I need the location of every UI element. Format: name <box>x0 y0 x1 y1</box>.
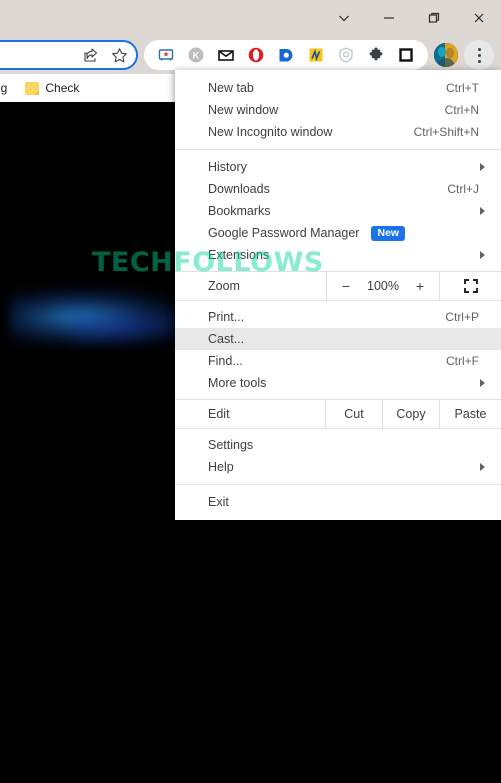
share-icon[interactable] <box>82 46 100 64</box>
window-controls <box>321 0 501 36</box>
edit-label: Edit <box>208 407 230 421</box>
menu-item-accelerator: Ctrl+T <box>446 81 479 95</box>
menu-item-help[interactable]: Help <box>175 456 501 478</box>
bookmark-partial-label[interactable]: ng <box>0 81 17 95</box>
extensions-pill: K <box>144 40 428 70</box>
fullscreen-icon <box>463 279 478 293</box>
menu-item-label: New tab <box>208 81 254 95</box>
puzzle-extensions-icon[interactable] <box>361 40 391 70</box>
chevron-right-icon <box>480 163 485 171</box>
menu-separator <box>175 484 501 485</box>
menu-item-accelerator: Ctrl+N <box>444 103 479 117</box>
menu-item-label: New Incognito window <box>208 125 333 139</box>
pocket-extension-icon[interactable] <box>271 40 301 70</box>
square-extension-icon[interactable] <box>391 40 421 70</box>
norton-extension-icon[interactable] <box>301 40 331 70</box>
menu-item-label: History <box>208 160 247 174</box>
menu-item-accelerator: Ctrl+P <box>445 310 479 324</box>
bookmark-item-label: Check <box>45 81 80 95</box>
mail-extension-icon[interactable] <box>211 40 241 70</box>
star-icon[interactable] <box>110 46 128 64</box>
zoom-level-value: 100% <box>367 279 399 293</box>
menu-item-new-window[interactable]: New window Ctrl+N <box>175 99 501 121</box>
edit-paste-button[interactable]: Paste <box>439 400 501 428</box>
menu-item-label: Exit <box>208 495 229 509</box>
chrome-main-menu: New tab Ctrl+T New window Ctrl+N New Inc… <box>175 70 501 520</box>
dot-1 <box>477 47 481 51</box>
menu-item-label: Print... <box>208 310 245 324</box>
zoom-out-button[interactable]: − <box>338 278 354 294</box>
menu-item-label: Find... <box>208 354 243 368</box>
browser-window: K g Check New tab Ctrl+T New window Ctrl… <box>0 0 501 783</box>
menu-item-print[interactable]: Print... Ctrl+P <box>175 306 501 328</box>
menu-item-history[interactable]: History <box>175 156 501 178</box>
browser-toolbar: K <box>0 36 501 74</box>
chrome-three-dot-menu-button[interactable] <box>464 40 494 70</box>
menu-item-label: Settings <box>208 438 254 452</box>
menu-item-new-tab[interactable]: New tab Ctrl+T <box>175 77 501 99</box>
menu-item-label: Cast... <box>208 332 245 346</box>
menu-item-label: More tools <box>208 376 267 390</box>
menu-zoom-row: Zoom − 100% + <box>175 271 501 301</box>
menu-item-new-incognito-window[interactable]: New Incognito window Ctrl+Shift+N <box>175 121 501 143</box>
menu-item-label: Google Password Manager <box>208 226 360 240</box>
bookmark-item-check[interactable]: Check <box>17 81 87 95</box>
chevron-right-icon <box>480 379 485 387</box>
folder-icon <box>25 81 40 95</box>
chevron-right-icon <box>480 251 485 259</box>
chevron-right-icon <box>480 207 485 215</box>
bookmark-manager-extension-icon[interactable] <box>151 40 181 70</box>
restore-icon[interactable] <box>411 0 456 36</box>
minimize-icon[interactable] <box>366 0 411 36</box>
menu-item-label: New window <box>208 103 279 117</box>
menu-item-settings[interactable]: Settings <box>175 434 501 456</box>
edit-copy-button[interactable]: Copy <box>382 400 439 428</box>
menu-item-find[interactable]: Find... Ctrl+F <box>175 350 501 372</box>
chevron-right-icon <box>480 463 485 471</box>
menu-item-downloads[interactable]: Downloads Ctrl+J <box>175 178 501 200</box>
zoom-controls: − 100% + <box>326 272 439 300</box>
menu-item-more-tools[interactable]: More tools <box>175 372 501 394</box>
shield-extension-icon[interactable] <box>331 40 361 70</box>
menu-item-accelerator: Ctrl+Shift+N <box>413 125 479 139</box>
svg-text:K: K <box>193 51 200 61</box>
menu-item-accelerator: Ctrl+F <box>446 354 479 368</box>
omnibox[interactable] <box>0 40 138 70</box>
zoom-in-button[interactable]: + <box>412 278 428 294</box>
menu-item-label: Help <box>208 460 234 474</box>
kaspersky-extension-icon[interactable]: K <box>181 40 211 70</box>
title-bar <box>0 0 501 36</box>
edit-cut-button[interactable]: Cut <box>325 400 382 428</box>
menu-edit-row: Edit Cut Copy Paste <box>175 399 501 429</box>
menu-item-exit[interactable]: Exit <box>175 491 501 513</box>
menu-item-bookmarks[interactable]: Bookmarks <box>175 200 501 222</box>
menu-item-accelerator: Ctrl+J <box>447 182 479 196</box>
close-icon[interactable] <box>456 0 501 36</box>
menu-item-label: Extensions <box>208 248 270 262</box>
zoom-label: Zoom <box>208 279 240 293</box>
dot-2 <box>477 53 481 57</box>
chevron-down-icon[interactable] <box>321 0 366 36</box>
menu-separator <box>175 149 501 150</box>
menu-item-google-password-manager[interactable]: Google Password Manager New <box>175 222 501 244</box>
dot-3 <box>477 59 481 63</box>
menu-item-extensions[interactable]: Extensions <box>175 244 501 266</box>
menu-item-label: Downloads <box>208 182 270 196</box>
opera-extension-icon[interactable] <box>241 40 271 70</box>
menu-item-label: Bookmarks <box>208 204 271 218</box>
profile-avatar[interactable] <box>434 43 458 67</box>
new-badge: New <box>371 225 406 241</box>
fullscreen-button[interactable] <box>439 272 501 300</box>
menu-item-cast[interactable]: Cast... <box>175 328 501 350</box>
